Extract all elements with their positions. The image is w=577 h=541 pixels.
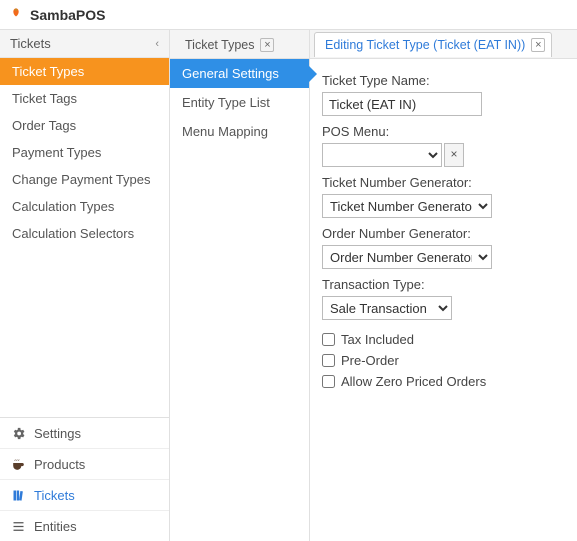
checkbox-tax-included[interactable] (322, 333, 335, 346)
form: Ticket Type Name: POS Menu: × Ticket Num… (310, 59, 577, 399)
logo-icon (8, 7, 24, 23)
editor-tab-strip: Editing Ticket Type (Ticket (EAT IN)) × (310, 30, 577, 59)
app-title: SambaPOS (30, 7, 105, 23)
sidebar-item-ticket-tags[interactable]: Ticket Tags (0, 85, 169, 112)
sidebar-item-calculation-selectors[interactable]: Calculation Selectors (0, 220, 169, 247)
app-header: SambaPOS (0, 0, 577, 30)
editor-panel: Editing Ticket Type (Ticket (EAT IN)) × … (310, 30, 577, 541)
sidebar-item-change-payment-types[interactable]: Change Payment Types (0, 166, 169, 193)
subnav-item-general-settings[interactable]: General Settings (170, 59, 309, 88)
chevron-left-icon: ‹ (155, 38, 159, 50)
subnav-item-entity-type-list[interactable]: Entity Type List (170, 88, 309, 117)
sidebar: Tickets ‹ Ticket Types Ticket Tags Order… (0, 30, 170, 541)
sidebar-item-ticket-types[interactable]: Ticket Types (0, 58, 169, 85)
books-icon (10, 487, 26, 503)
sidebar-item-order-tags[interactable]: Order Tags (0, 112, 169, 139)
tab-label: Editing Ticket Type (Ticket (EAT IN)) (325, 38, 525, 52)
select-order-number-generator[interactable]: Order Number Generator (322, 245, 492, 269)
module-label: Entities (34, 519, 77, 534)
module-tickets[interactable]: Tickets (0, 479, 169, 510)
close-icon[interactable]: × (260, 38, 274, 52)
module-label: Settings (34, 426, 81, 441)
sidebar-header[interactable]: Tickets ‹ (0, 30, 169, 58)
checkbox-label: Pre-Order (341, 353, 399, 368)
close-icon[interactable]: × (531, 38, 545, 52)
module-settings[interactable]: Settings (0, 418, 169, 448)
sidebar-modules: Settings Products Tickets (0, 417, 169, 541)
label-ticket-number-generator: Ticket Number Generator: (322, 175, 565, 190)
label-ticket-type-name: Ticket Type Name: (322, 73, 565, 88)
checkbox-allow-zero-priced[interactable] (322, 375, 335, 388)
module-entities[interactable]: Entities (0, 510, 169, 541)
module-products[interactable]: Products (0, 448, 169, 479)
label-order-number-generator: Order Number Generator: (322, 226, 565, 241)
sidebar-item-payment-types[interactable]: Payment Types (0, 139, 169, 166)
module-label: Tickets (34, 488, 75, 503)
coffee-icon (10, 456, 26, 472)
checkbox-row-tax-included[interactable]: Tax Included (322, 332, 565, 347)
select-pos-menu[interactable] (322, 143, 442, 167)
select-transaction-type[interactable]: Sale Transaction (322, 296, 452, 320)
clear-pos-menu-button[interactable]: × (444, 143, 464, 167)
subnav-tab-strip: Ticket Types × (170, 30, 309, 59)
tab-ticket-types[interactable]: Ticket Types × (174, 32, 281, 57)
checkbox-label: Tax Included (341, 332, 414, 347)
checkbox-pre-order[interactable] (322, 354, 335, 367)
subnav-item-menu-mapping[interactable]: Menu Mapping (170, 117, 309, 146)
label-transaction-type: Transaction Type: (322, 277, 565, 292)
list-icon (10, 518, 26, 534)
sidebar-header-label: Tickets (10, 36, 51, 51)
checkbox-row-pre-order[interactable]: Pre-Order (322, 353, 565, 368)
tab-editing-ticket-type[interactable]: Editing Ticket Type (Ticket (EAT IN)) × (314, 32, 552, 57)
sidebar-item-calculation-types[interactable]: Calculation Types (0, 193, 169, 220)
module-label: Products (34, 457, 85, 472)
gear-icon (10, 425, 26, 441)
select-ticket-number-generator[interactable]: Ticket Number Generator (322, 194, 492, 218)
label-pos-menu: POS Menu: (322, 124, 565, 139)
checkbox-row-allow-zero-priced[interactable]: Allow Zero Priced Orders (322, 374, 565, 389)
input-ticket-type-name[interactable] (322, 92, 482, 116)
checkbox-label: Allow Zero Priced Orders (341, 374, 486, 389)
tab-label: Ticket Types (185, 38, 254, 52)
subnav: Ticket Types × General Settings Entity T… (170, 30, 310, 541)
